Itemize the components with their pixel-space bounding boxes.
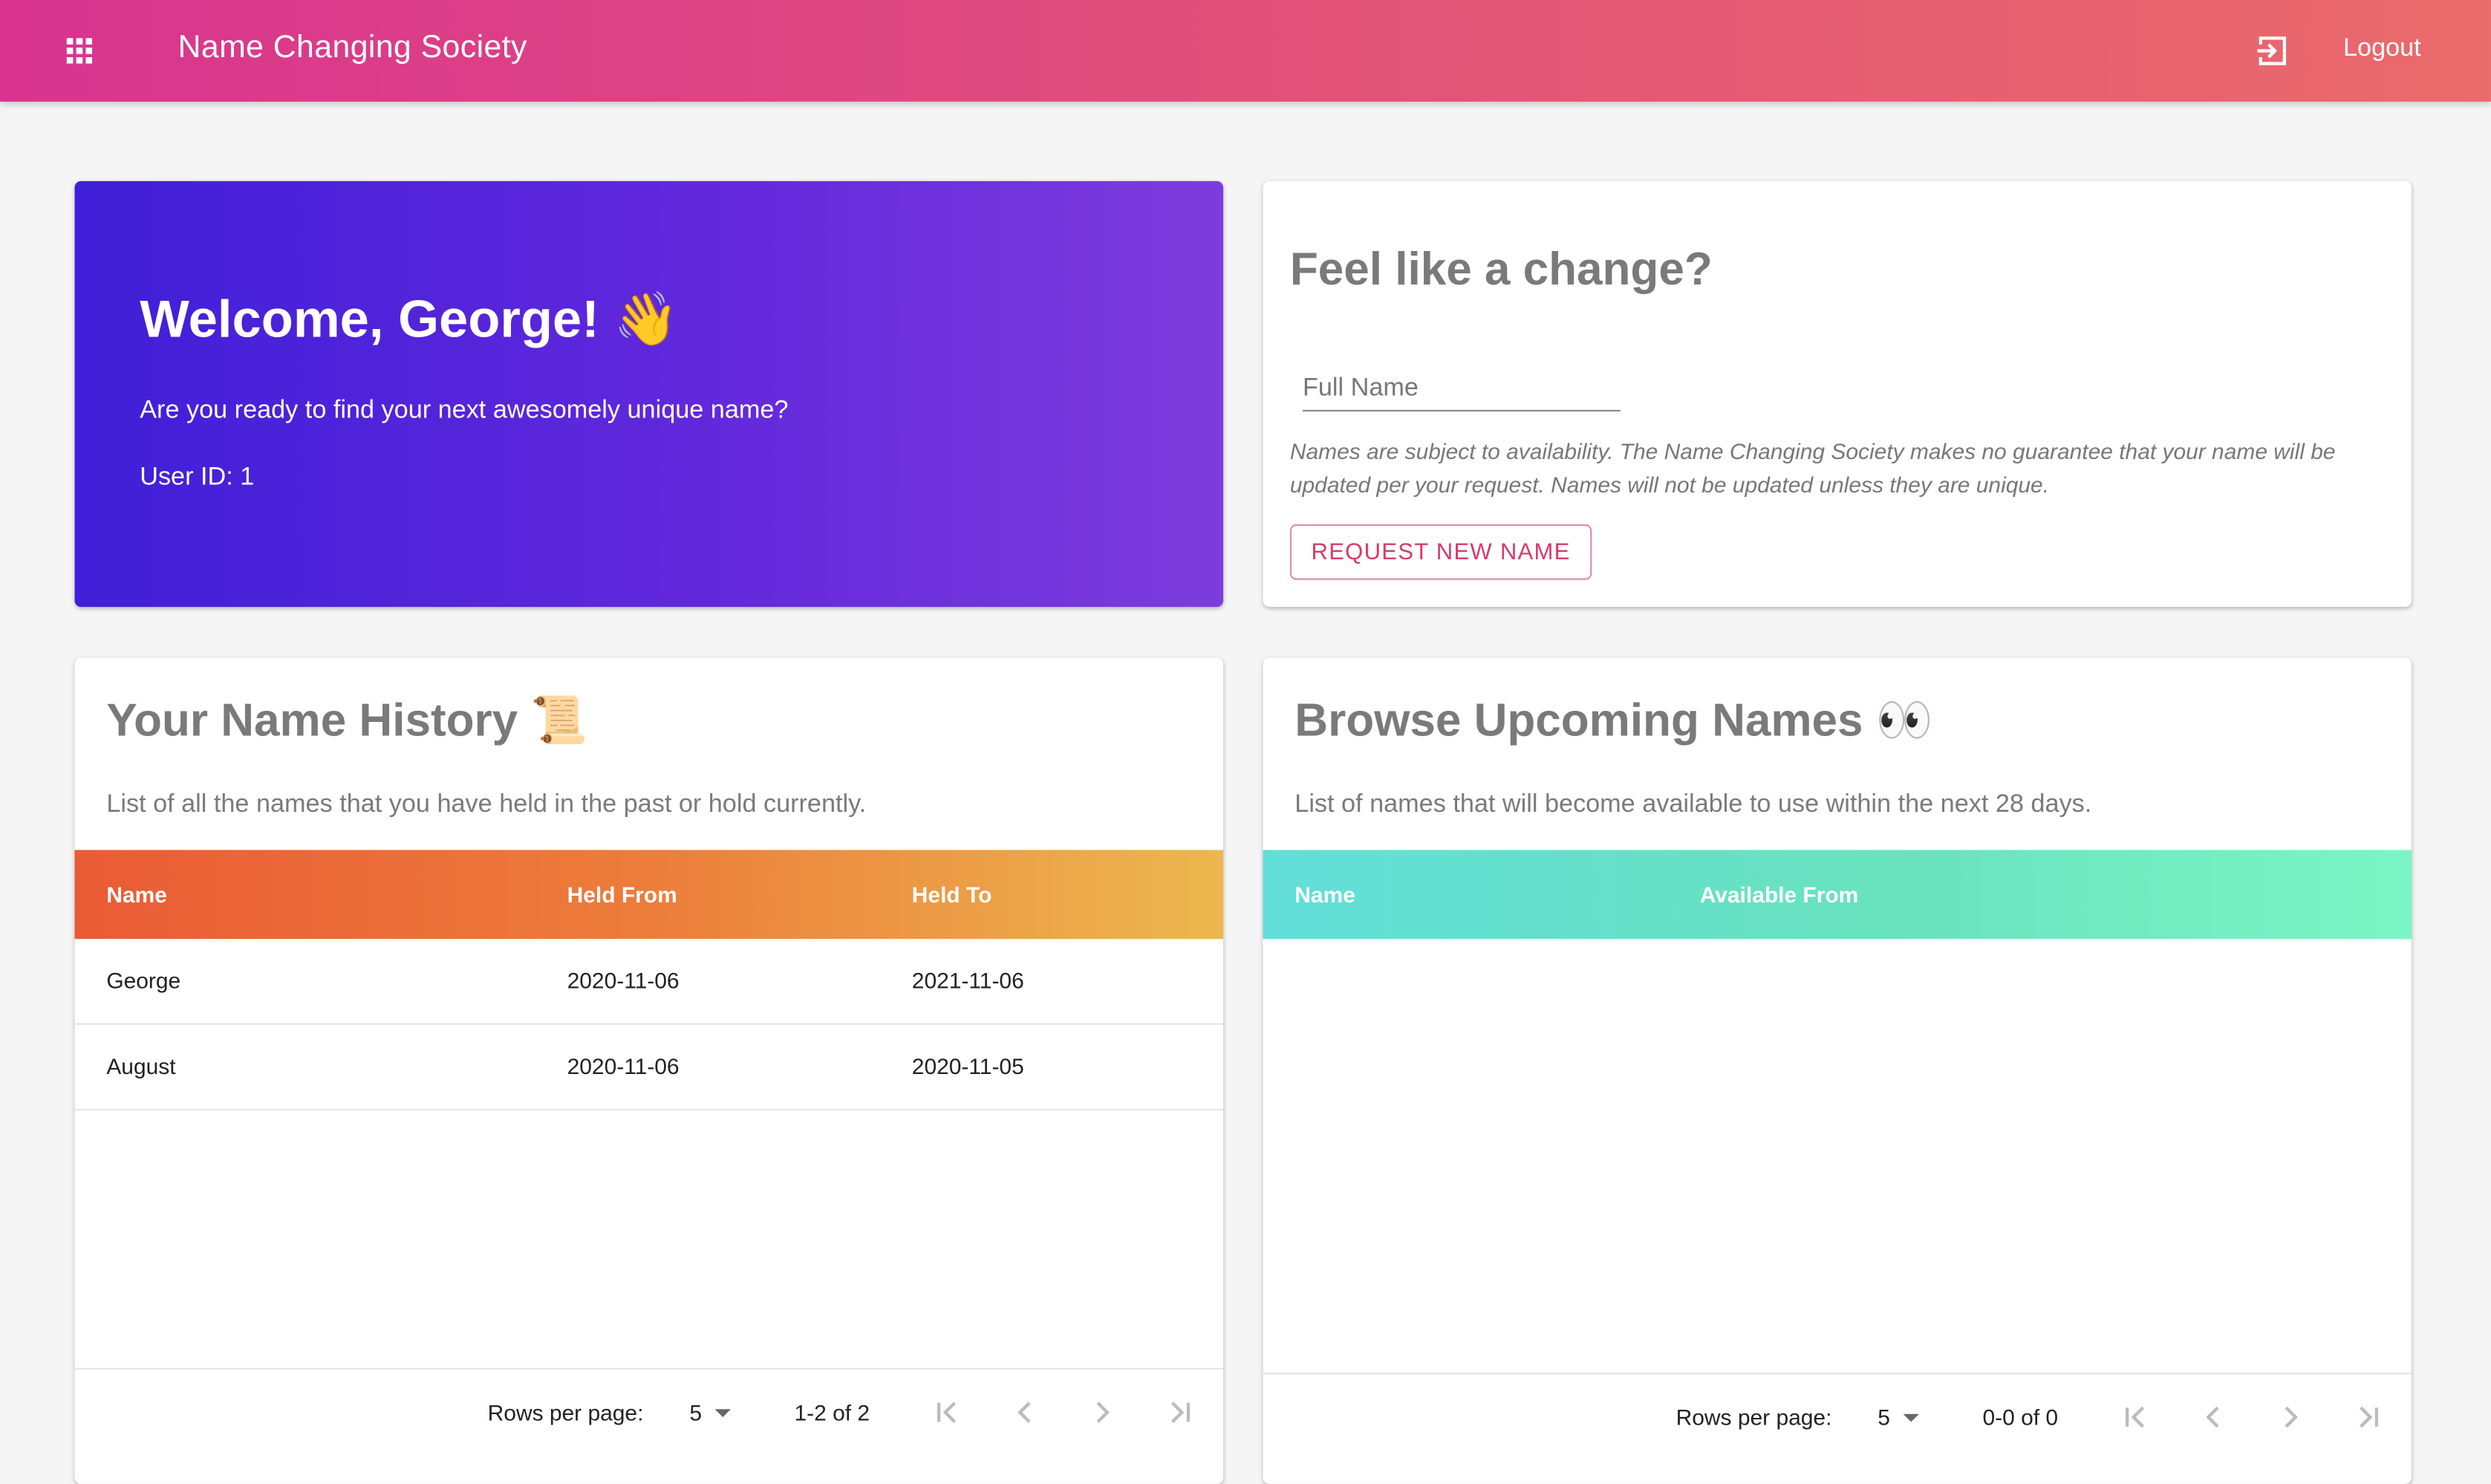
- table-header: Name Held From Held To: [74, 850, 1224, 940]
- welcome-title: Welcome, George! 👋: [140, 289, 680, 348]
- app-title: Name Changing Society: [178, 30, 527, 65]
- cell-name: George: [106, 967, 181, 993]
- last-page-icon[interactable]: [2350, 1398, 2388, 1436]
- apps-grid-icon[interactable]: [60, 32, 98, 70]
- change-name-card: Feel like a change? Names are subject to…: [1263, 180, 2412, 608]
- previous-page-icon[interactable]: [2194, 1398, 2232, 1436]
- column-header-held-to[interactable]: Held To: [912, 882, 992, 907]
- name-history-card: Your Name History 📜 List of all the name…: [74, 657, 1224, 1484]
- column-header-held-from[interactable]: Held From: [567, 882, 677, 907]
- cell-held-to: 2020-11-05: [911, 1053, 1024, 1079]
- previous-page-icon[interactable]: [1006, 1393, 1043, 1431]
- table-pagination: Rows per page: 5 0-0 of 0: [1263, 1385, 2412, 1449]
- next-page-icon[interactable]: [1084, 1393, 1121, 1431]
- first-page-icon[interactable]: [928, 1393, 966, 1431]
- pagination-range: 1-2 of 2: [794, 1399, 870, 1425]
- cell-held-to: 2021-11-06: [911, 967, 1024, 993]
- first-page-icon[interactable]: [2116, 1398, 2154, 1436]
- upcoming-names-card: Browse Upcoming Names 👀 List of names th…: [1263, 657, 2412, 1484]
- request-new-name-button[interactable]: REQUEST NEW NAME: [1289, 524, 1592, 580]
- dropdown-caret-icon: [714, 1409, 731, 1417]
- full-name-input[interactable]: [1302, 368, 1621, 412]
- welcome-card: Welcome, George! 👋 Are you ready to find…: [74, 180, 1224, 608]
- rows-per-page-value: 5: [689, 1399, 703, 1425]
- rows-per-page-label: Rows per page:: [1676, 1404, 1832, 1431]
- rows-per-page-select[interactable]: 5: [689, 1399, 731, 1425]
- logout-button[interactable]: Logout: [2343, 35, 2421, 64]
- app-root: Name Changing Society Logout Welcome, Ge…: [0, 0, 2491, 1484]
- pagination-range: 0-0 of 0: [1982, 1404, 2059, 1431]
- name-history-title: Your Name History 📜: [106, 695, 588, 747]
- table-footer-divider: [74, 1367, 1224, 1370]
- welcome-subtitle: Are you ready to find your next awesomel…: [140, 397, 789, 425]
- name-history-description: List of all the names that you have held…: [106, 791, 867, 819]
- logout-icon[interactable]: [2253, 32, 2290, 70]
- table-footer-divider: [1263, 1373, 2412, 1375]
- rows-per-page-value: 5: [1878, 1404, 1890, 1431]
- column-header-name[interactable]: Name: [106, 882, 167, 907]
- cell-held-from: 2020-11-06: [567, 1053, 680, 1079]
- app-bar: Name Changing Society Logout: [0, 0, 2491, 102]
- rows-per-page-select[interactable]: 5: [1878, 1404, 1919, 1431]
- change-card-title: Feel like a change?: [1289, 244, 1713, 296]
- table-row[interactable]: George 2020-11-06 2021-11-06: [74, 939, 1224, 1025]
- column-header-available-from[interactable]: Available From: [1700, 882, 1859, 907]
- table-row[interactable]: August 2020-11-06 2020-11-05: [74, 1025, 1224, 1111]
- table-header: Name Available From: [1263, 850, 2412, 940]
- upcoming-names-title: Browse Upcoming Names 👀: [1295, 695, 1933, 747]
- cell-held-from: 2020-11-06: [567, 967, 680, 993]
- cell-name: August: [106, 1053, 176, 1079]
- dropdown-caret-icon: [1903, 1413, 1919, 1422]
- last-page-icon[interactable]: [1162, 1393, 1199, 1431]
- user-id-text: User ID: 1: [140, 463, 255, 491]
- rows-per-page-label: Rows per page:: [487, 1399, 644, 1425]
- table-pagination: Rows per page: 5 1-2 of 2: [75, 1381, 1223, 1445]
- upcoming-names-description: List of names that will become available…: [1295, 791, 2092, 819]
- next-page-icon[interactable]: [2272, 1398, 2310, 1436]
- column-header-name[interactable]: Name: [1295, 882, 1355, 907]
- availability-disclaimer: Names are subject to availability. The N…: [1289, 438, 2336, 498]
